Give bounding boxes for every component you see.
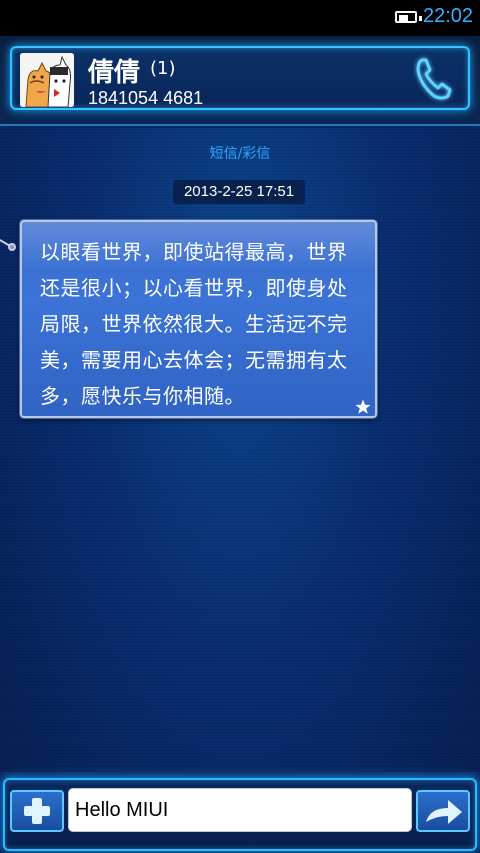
add-attachment-button[interactable] (10, 790, 64, 832)
message-text: 以眼看世界，即使站得最高，世界还是很小；以心看世界，即使身处局限，世界依然很大。… (40, 240, 348, 408)
battery-icon (395, 11, 422, 23)
send-arrow-icon (426, 800, 462, 824)
avatar[interactable] (20, 53, 74, 107)
send-button[interactable] (416, 790, 470, 832)
phone-icon (416, 58, 452, 100)
conversation-header: 倩倩 (1) 1841054 4681 (0, 36, 480, 128)
call-button[interactable] (408, 54, 458, 104)
contact-phone-number: 1841054 4681 (88, 88, 204, 108)
message-count: (1) (150, 58, 176, 79)
status-bar: 22:02 (0, 0, 480, 36)
message-bubble[interactable]: 以眼看世界，即使站得最高，世界还是很小；以心看世界，即使身处局限，世界依然很大。… (20, 220, 377, 418)
bubble-tail-icon (0, 238, 16, 251)
star-icon[interactable] (354, 398, 372, 416)
contact-name: 倩倩 (88, 58, 141, 88)
contact-card[interactable]: 倩倩 (1) 1841054 4681 (10, 46, 470, 110)
status-time: 22:02 (423, 5, 474, 27)
message-input[interactable]: Hello MIUI (68, 788, 412, 832)
header-divider (0, 124, 480, 126)
message-timestamp: 2013-2-25 17:51 (173, 180, 305, 204)
conversation-type-label: 短信/彩信 (209, 146, 271, 162)
plus-icon (24, 798, 50, 824)
